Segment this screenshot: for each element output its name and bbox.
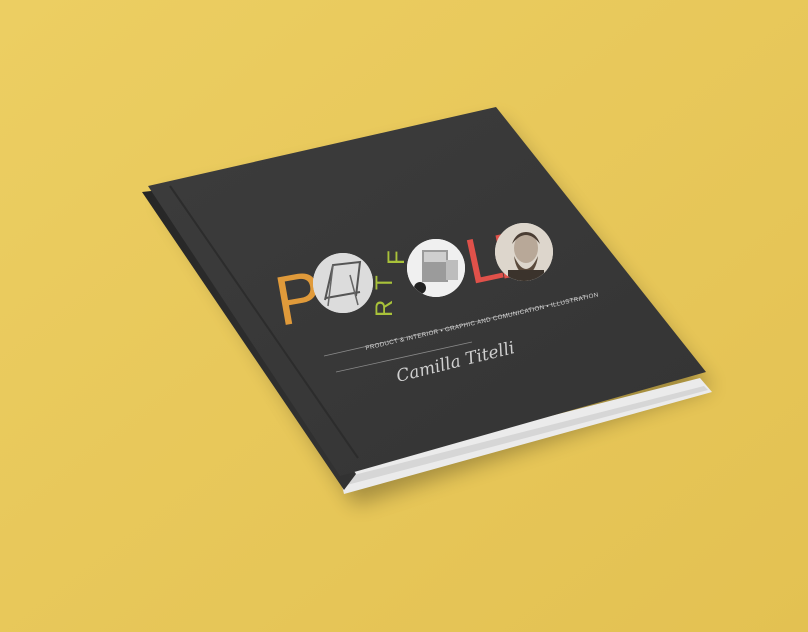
mockup-scene: P R T F L PRODUCT & INTERIOR • GRAPHIC A… (0, 0, 808, 632)
title-letter-r: R (371, 300, 398, 317)
title-letter-t: T (371, 275, 398, 290)
title-letter-f: F (383, 250, 410, 265)
